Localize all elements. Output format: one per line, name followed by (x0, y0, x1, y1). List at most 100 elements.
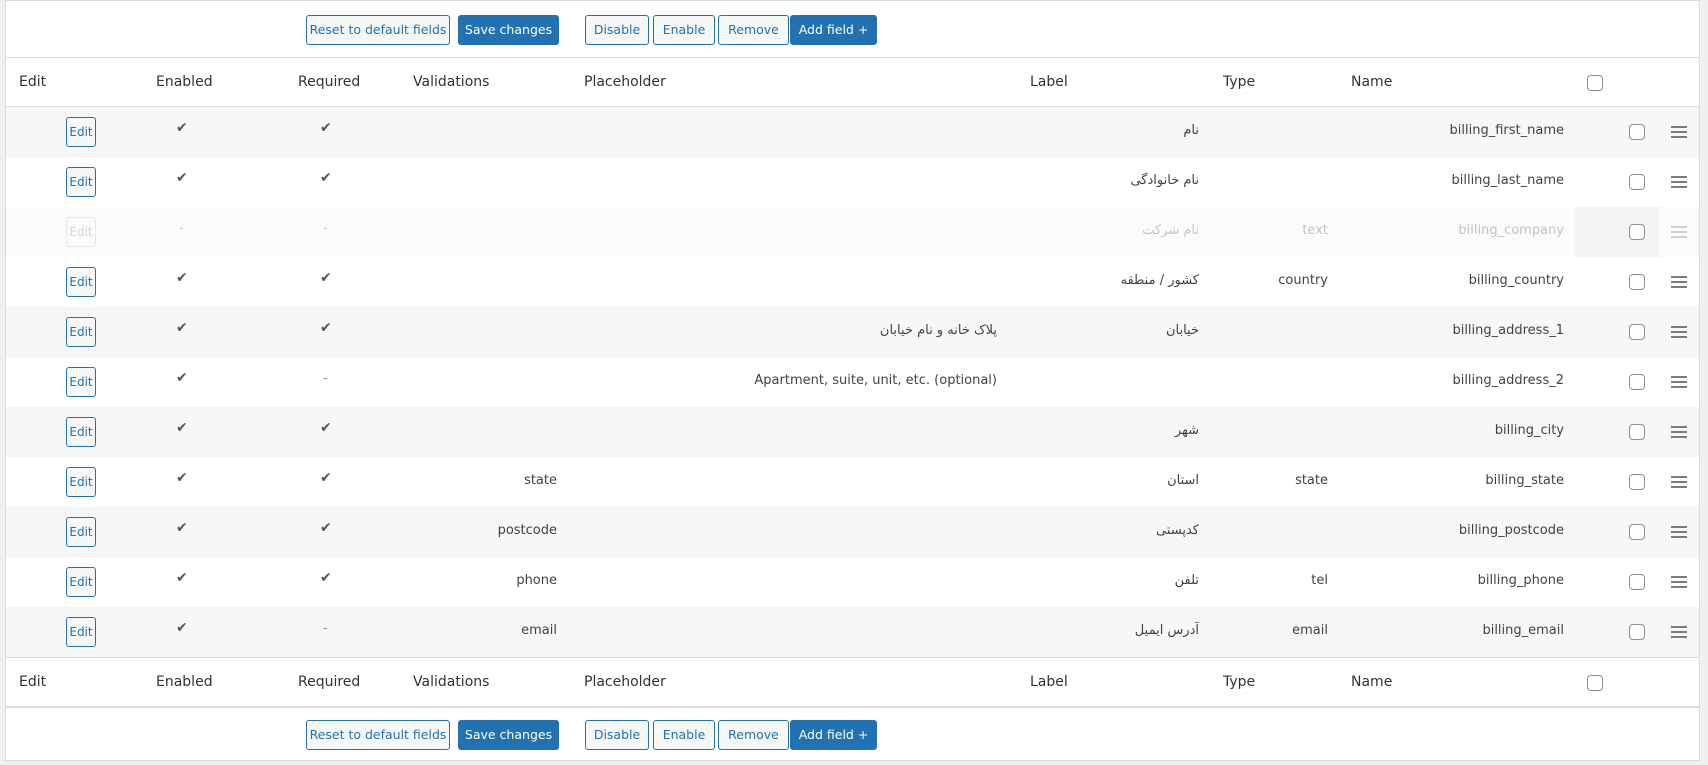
edit-field-button[interactable]: Edit (66, 267, 96, 297)
add-field-button[interactable]: Add field + (790, 15, 877, 45)
table-row: Edit ✔ ✔ پلاک خانه و نام خیابان خیابان billin… (6, 307, 1699, 357)
required-check-icon: ✔ (320, 470, 332, 486)
top-toolbar: Reset to default fields Save changes Dis… (6, 1, 1699, 57)
edit-field-button[interactable]: Edit (66, 217, 96, 247)
placeholder-cell: Apartment, suite, unit, etc. (optional) (754, 373, 997, 388)
drag-handle-icon[interactable] (1671, 226, 1687, 238)
drag-handle-icon[interactable] (1671, 276, 1687, 288)
name-cell: billing_phone (1477, 573, 1564, 588)
table-row: Edit ✔ ✔ شهر billing_city (6, 407, 1699, 457)
edit-field-button[interactable]: Edit (66, 167, 96, 197)
label-cell: آدرس ایمیل (1134, 623, 1199, 638)
row-select-checkbox[interactable] (1629, 324, 1645, 340)
row-select-checkbox[interactable] (1629, 574, 1645, 590)
save-changes-button[interactable]: Save changes (458, 720, 559, 750)
enabled-check-icon: ✔ (176, 620, 188, 636)
select-all-checkbox-footer[interactable] (1587, 675, 1603, 691)
edit-field-button[interactable]: Edit (66, 567, 96, 597)
drag-handle-icon[interactable] (1671, 126, 1687, 138)
label-cell: کشور / منطقه (1120, 273, 1199, 288)
edit-field-button[interactable]: Edit (66, 417, 96, 447)
required-check-icon: ✔ (320, 520, 332, 536)
drag-handle-icon[interactable] (1671, 626, 1687, 638)
name-cell: billing_city (1494, 423, 1564, 438)
required-dash: - (323, 621, 328, 636)
column-header-enabled: Enabled (156, 674, 213, 690)
row-select-checkbox[interactable] (1629, 624, 1645, 640)
edit-field-button[interactable]: Edit (66, 367, 96, 397)
row-select-checkbox[interactable] (1629, 524, 1645, 540)
row-select-checkbox[interactable] (1629, 424, 1645, 440)
column-header-name: Name (1351, 74, 1393, 90)
name-cell: billing_email (1482, 623, 1564, 638)
name-cell: billing_country (1468, 273, 1564, 288)
row-select-highlight (1575, 207, 1659, 257)
name-cell: billing_company (1458, 223, 1564, 238)
column-header-type: Type (1223, 74, 1256, 90)
enable-button[interactable]: Enable (653, 720, 715, 750)
disable-button[interactable]: Disable (585, 15, 649, 45)
save-changes-button[interactable]: Save changes (458, 15, 559, 45)
column-header-enabled: Enabled (156, 74, 213, 90)
enabled-check-icon: ✔ (176, 520, 188, 536)
drag-handle-icon[interactable] (1671, 526, 1687, 538)
table-row: Edit ✔ - email آدرس ایمیل email billing_email (6, 607, 1699, 657)
enable-button[interactable]: Enable (653, 15, 715, 45)
required-check-icon: ✔ (320, 270, 332, 286)
label-cell: نام خانوادگی (1130, 173, 1199, 188)
table-row: Edit ✔ ✔ کشور / منطقه country billing_country (6, 257, 1699, 307)
edit-field-button[interactable]: Edit (66, 317, 96, 347)
enabled-check-icon: ✔ (176, 470, 188, 486)
row-select-checkbox[interactable] (1629, 374, 1645, 390)
column-header-label: Label (1030, 674, 1068, 690)
column-header-name: Name (1351, 674, 1393, 690)
drag-handle-icon[interactable] (1671, 426, 1687, 438)
column-header-validations: Validations (413, 74, 490, 90)
row-select-checkbox[interactable] (1629, 474, 1645, 490)
column-header-required: Required (298, 74, 361, 90)
name-cell: billing_last_name (1451, 173, 1564, 188)
row-select-checkbox[interactable] (1629, 224, 1645, 240)
table-header: Edit Enabled Required Validations Placeh… (6, 57, 1699, 107)
required-check-icon: ✔ (320, 120, 332, 136)
row-select-checkbox[interactable] (1629, 174, 1645, 190)
table-row: Edit ✔ ✔ phone تلفن tel billing_phone (6, 557, 1699, 607)
label-cell: نام (1183, 123, 1199, 138)
name-cell: billing_postcode (1458, 523, 1564, 538)
column-header-edit: Edit (19, 74, 47, 90)
label-cell: شهر (1174, 423, 1199, 438)
edit-field-button[interactable]: Edit (66, 117, 96, 147)
required-check-icon: ✔ (320, 420, 332, 436)
drag-handle-icon[interactable] (1671, 476, 1687, 488)
drag-handle-icon[interactable] (1671, 576, 1687, 588)
remove-button[interactable]: Remove (718, 720, 789, 750)
reset-to-default-button[interactable]: Reset to default fields (306, 720, 450, 750)
edit-field-button[interactable]: Edit (66, 617, 96, 647)
validations-cell: email (521, 623, 557, 638)
drag-handle-icon[interactable] (1671, 326, 1687, 338)
required-check-icon: ✔ (320, 570, 332, 586)
edit-field-button[interactable]: Edit (66, 517, 96, 547)
select-all-checkbox[interactable] (1587, 75, 1603, 91)
enabled-check-icon: ✔ (176, 420, 188, 436)
row-select-checkbox[interactable] (1629, 274, 1645, 290)
required-dash: - (323, 371, 328, 386)
reset-to-default-button[interactable]: Reset to default fields (306, 15, 450, 45)
label-cell: خیابان (1165, 323, 1199, 338)
disable-button[interactable]: Disable (585, 720, 649, 750)
enabled-check-icon: ✔ (176, 320, 188, 336)
table-row: Edit ✔ ✔ نام خانوادگی billing_last_name (6, 157, 1699, 207)
label-cell: کدپستی (1156, 523, 1199, 538)
remove-button[interactable]: Remove (718, 15, 789, 45)
type-cell: email (1292, 623, 1328, 638)
required-check-icon: ✔ (320, 320, 332, 336)
required-dash: - (323, 221, 328, 236)
drag-handle-icon[interactable] (1671, 376, 1687, 388)
enabled-check-icon: ✔ (176, 120, 188, 136)
drag-handle-icon[interactable] (1671, 176, 1687, 188)
row-select-checkbox[interactable] (1629, 124, 1645, 140)
column-header-validations: Validations (413, 674, 490, 690)
add-field-button[interactable]: Add field + (790, 720, 877, 750)
edit-field-button[interactable]: Edit (66, 467, 96, 497)
bottom-toolbar: Reset to default fields Save changes Dis… (6, 707, 1699, 762)
